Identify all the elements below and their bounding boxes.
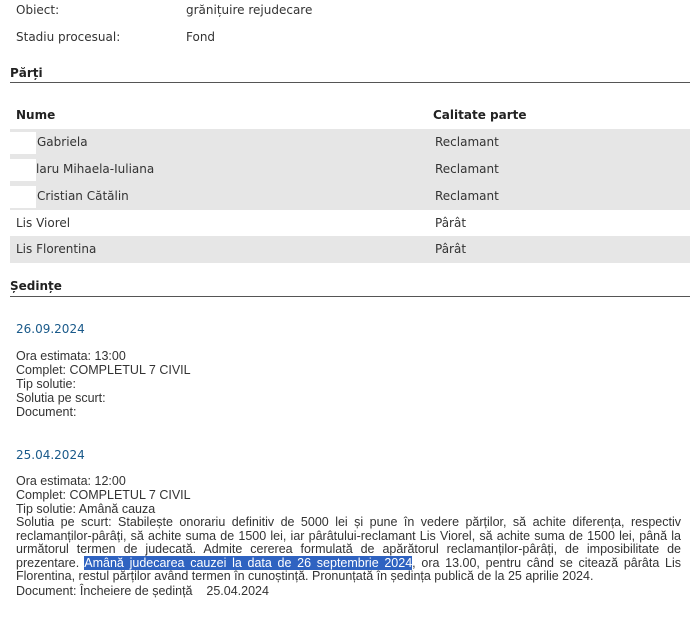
party-name: Lis Viorel — [16, 216, 71, 230]
redaction-mask — [10, 159, 36, 181]
redaction-mask — [10, 186, 36, 208]
hearing-panel: Complet: COMPLETUL 7 CIVIL — [16, 363, 191, 377]
stage-label: Stadiu procesual: — [16, 30, 121, 44]
hearing-details: Ora estimata: 13:00 Complet: COMPLETUL 7… — [16, 349, 191, 419]
party-row: Lis Florentina Pârât — [10, 236, 690, 263]
highlighted-text: Amână judecarea cauzei la data de 26 sep… — [84, 555, 413, 570]
column-header-role: Calitate parte — [433, 108, 527, 122]
hearings-section-title: Ședințe — [10, 279, 62, 293]
hearing-time: Ora estimata: 12:00 — [16, 474, 126, 488]
hearing-solution-summary: Solutia pe scurt: Stabilește onorariu de… — [16, 515, 681, 584]
parties-section-title: Părți — [10, 66, 43, 80]
hearing-panel: Complet: COMPLETUL 7 CIVIL — [16, 488, 191, 502]
party-name: Lis Florentina — [16, 242, 97, 256]
object-value: grănițuire rejudecare — [186, 3, 313, 17]
redaction-mask — [10, 132, 36, 154]
party-name: Gabriela — [37, 135, 88, 149]
parties-divider — [10, 82, 690, 83]
hearing-date[interactable]: 26.09.2024 — [16, 322, 85, 336]
party-name: Cristian Cătălin — [37, 189, 129, 203]
party-name: laru Mihaela-Iuliana — [36, 162, 155, 176]
party-role: Reclamant — [435, 162, 499, 176]
party-role: Pârât — [435, 242, 467, 256]
hearings-divider — [10, 296, 690, 297]
party-row: Gabriela Reclamant — [10, 129, 690, 156]
party-row: Cristian Cătălin Reclamant — [10, 183, 690, 210]
party-role: Pârât — [435, 216, 467, 230]
hearing-solution-type: Tip solutie: Amână cauza — [16, 502, 156, 516]
hearing-details: Ora estimata: 12:00 Complet: COMPLETUL 7… — [16, 474, 681, 598]
hearing-date[interactable]: 25.04.2024 — [16, 448, 85, 462]
hearing-document[interactable]: Document: Încheiere de ședință 25.04.202… — [16, 584, 681, 598]
hearing-solution-summary: Solutia pe scurt: — [16, 391, 106, 405]
party-row: Lis Viorel Pârât — [10, 210, 690, 237]
party-row: laru Mihaela-Iuliana Reclamant — [10, 156, 690, 183]
hearing-solution-type: Tip solutie: — [16, 377, 76, 391]
object-label: Obiect: — [16, 3, 60, 17]
party-role: Reclamant — [435, 135, 499, 149]
stage-value: Fond — [186, 30, 216, 44]
column-header-name: Nume — [16, 108, 56, 122]
party-role: Reclamant — [435, 189, 499, 203]
hearing-document: Document: — [16, 405, 77, 419]
hearing-time: Ora estimata: 13:00 — [16, 349, 126, 363]
